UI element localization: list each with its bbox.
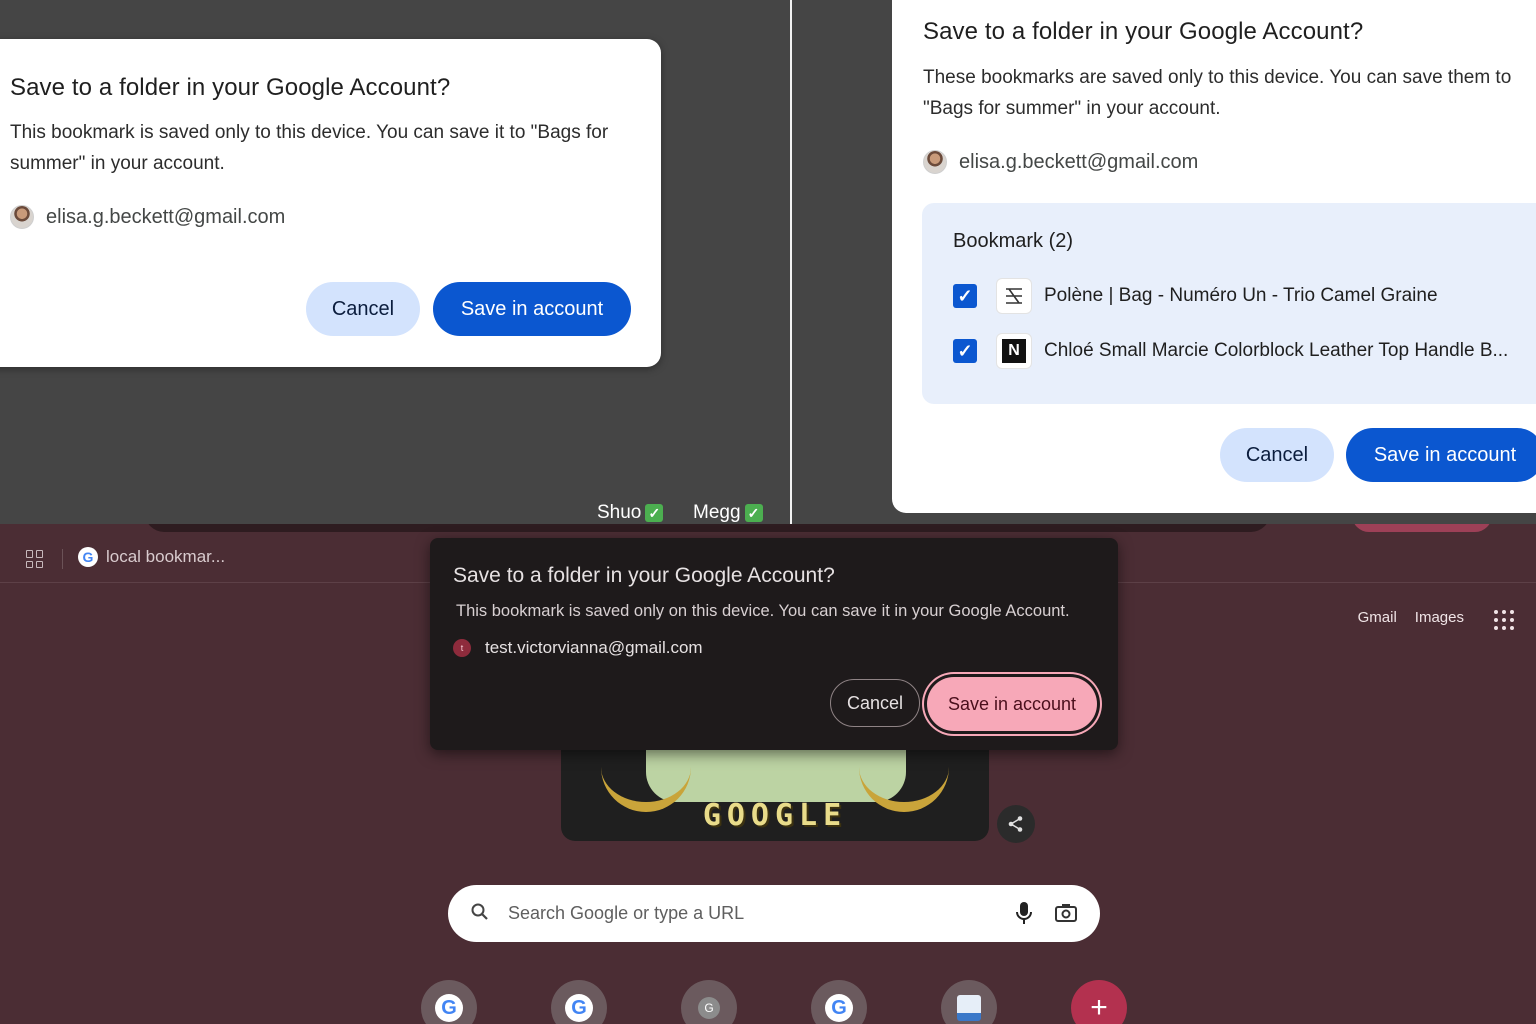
- google-favicon-icon: G: [825, 994, 853, 1022]
- cancel-button[interactable]: Cancel: [1220, 428, 1334, 482]
- google-favicon-icon: G: [435, 994, 463, 1022]
- camera-search-icon[interactable]: [1055, 903, 1077, 923]
- plus-icon: +: [1090, 991, 1108, 1024]
- browser-window: G local bookmar... Gmail Images GOOGLE G…: [0, 524, 1536, 1024]
- dialog-title: Save to a folder in your Google Account?: [10, 74, 451, 101]
- address-bar[interactable]: [145, 524, 1270, 532]
- avatar: t: [453, 639, 471, 657]
- document-favicon-icon: [957, 995, 981, 1021]
- reviewer-name: Megg: [693, 502, 741, 523]
- save-in-account-button[interactable]: Save in account: [927, 677, 1097, 731]
- bookmark-title: Chloé Small Marcie Colorblock Leather To…: [1044, 340, 1509, 361]
- google-favicon-icon: G: [565, 994, 593, 1022]
- search-input[interactable]: [508, 885, 988, 942]
- letter-favicon-icon: G: [698, 997, 720, 1019]
- top-left-panel: Save to a folder in your Google Account?…: [0, 0, 790, 524]
- save-in-account-button[interactable]: Save in account: [433, 282, 631, 336]
- profile-button[interactable]: [1352, 524, 1492, 532]
- dialog-body: This bookmark is saved only on this devi…: [456, 602, 1070, 620]
- bookmark-list: Bookmark (2) ✓ Polène | Bag - Numéro Un …: [922, 203, 1536, 404]
- search-box[interactable]: [448, 885, 1100, 942]
- avatar: [923, 150, 947, 174]
- google-apps-icon[interactable]: [1494, 610, 1514, 630]
- account-email: elisa.g.beckett@gmail.com: [46, 205, 286, 228]
- list-item[interactable]: ✓ Polène | Bag - Numéro Un - Trio Camel …: [953, 278, 1514, 314]
- account-row: t test.victorvianna@gmail.com: [453, 638, 703, 658]
- add-shortcut-button[interactable]: +: [1071, 980, 1127, 1024]
- avatar: [10, 205, 34, 229]
- cancel-button[interactable]: Cancel: [306, 282, 420, 336]
- search-icon: [471, 903, 488, 920]
- dialog-title: Save to a folder in your Google Account?: [453, 564, 835, 587]
- reviewer-megg: Megg ✓: [693, 502, 763, 524]
- save-to-account-dialog-dark: Save to a folder in your Google Account?…: [430, 538, 1118, 750]
- cancel-button[interactable]: Cancel: [830, 679, 920, 727]
- account-row: elisa.g.beckett@gmail.com: [923, 150, 1198, 174]
- dialog-title: Save to a folder in your Google Account?: [923, 18, 1364, 45]
- ntp-top-links: Gmail Images: [1358, 609, 1464, 626]
- bookmark-list-header: Bookmark (2): [953, 230, 1074, 252]
- microphone-icon[interactable]: [1014, 901, 1034, 925]
- check-mark-icon: ✓: [645, 504, 664, 522]
- images-link[interactable]: Images: [1415, 609, 1464, 626]
- save-to-account-dialog-multi: Save to a folder in your Google Account?…: [892, 0, 1536, 513]
- gmail-link[interactable]: Gmail: [1358, 609, 1397, 626]
- google-doodle[interactable]: GOOGLE: [561, 742, 989, 841]
- dialog-body: These bookmarks are saved only to this d…: [923, 67, 1512, 119]
- dialog-body: This bookmark is saved only to this devi…: [10, 122, 609, 174]
- check-mark-icon: ✓: [744, 504, 763, 522]
- shortcut-tile[interactable]: G: [421, 980, 477, 1024]
- share-icon[interactable]: [997, 805, 1035, 843]
- checkbox-checked-icon[interactable]: ✓: [953, 284, 977, 308]
- account-email: elisa.g.beckett@gmail.com: [959, 150, 1199, 173]
- n-logo-icon: N: [996, 333, 1032, 369]
- reviewer-name: Shuo: [597, 502, 642, 523]
- account-email: test.victorvianna@gmail.com: [485, 638, 703, 657]
- save-to-account-dialog-single: Save to a folder in your Google Account?…: [0, 39, 661, 367]
- apps-grid-icon[interactable]: [26, 550, 44, 568]
- top-right-panel: Save to a folder in your Google Account?…: [792, 0, 1536, 524]
- shortcut-tile[interactable]: G: [551, 980, 607, 1024]
- google-favicon-icon: G: [78, 547, 98, 567]
- shortcut-tile[interactable]: G: [811, 980, 867, 1024]
- bookmark-bar-item[interactable]: G local bookmar...: [78, 547, 225, 567]
- polene-logo-icon: [996, 278, 1032, 314]
- shortcut-tile[interactable]: [941, 980, 997, 1024]
- bookmark-bar-item-label: local bookmar...: [106, 547, 226, 566]
- reviewer-shuo: Shuo ✓: [597, 502, 664, 524]
- list-item[interactable]: ✓ N Chloé Small Marcie Colorblock Leathe…: [953, 333, 1514, 369]
- bookmark-title: Polène | Bag - Numéro Un - Trio Camel Gr…: [1044, 285, 1438, 306]
- save-in-account-button[interactable]: Save in account: [1346, 428, 1536, 482]
- doodle-logo-text: GOOGLE: [702, 798, 848, 833]
- shortcut-tile[interactable]: G: [681, 980, 737, 1024]
- checkbox-checked-icon[interactable]: ✓: [953, 339, 977, 363]
- account-row: elisa.g.beckett@gmail.com: [10, 205, 285, 229]
- bookmark-bar-divider: [62, 549, 63, 569]
